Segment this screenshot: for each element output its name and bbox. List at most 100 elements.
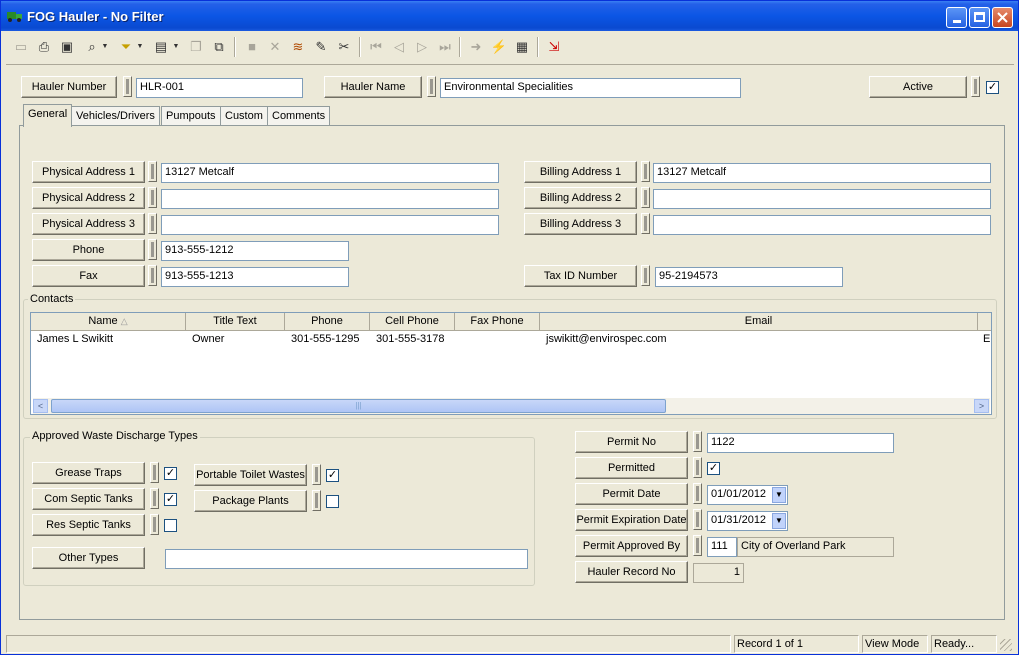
last-record-icon[interactable]: ⏭	[434, 36, 456, 58]
tab-general[interactable]: General	[23, 104, 73, 127]
hauler-name-label[interactable]: Hauler Name	[324, 76, 422, 98]
copy-record-icon[interactable]: ❐	[185, 36, 207, 58]
field-grip[interactable]	[150, 488, 159, 509]
hauler-name-field[interactable]: Environmental Specialities	[440, 78, 741, 98]
billing-address-1-field[interactable]: 13127 Metcalf	[653, 163, 991, 183]
goto-icon[interactable]: ➜	[465, 36, 487, 58]
size-grip-icon[interactable]	[1000, 639, 1012, 651]
column-header-email[interactable]: Email	[540, 313, 978, 331]
physical-address-1-label[interactable]: Physical Address 1	[32, 161, 145, 183]
billing-address-2-label[interactable]: Billing Address 2	[524, 187, 637, 209]
scroll-right-icon[interactable]: >	[974, 399, 989, 413]
field-grip[interactable]	[641, 187, 650, 208]
field-grip[interactable]	[641, 213, 650, 234]
hauler-number-label[interactable]: Hauler Number	[21, 76, 117, 98]
column-header-name[interactable]: Name △	[31, 313, 186, 331]
new-record-icon[interactable]: ▭	[10, 36, 32, 58]
permit-date-dropdown-icon[interactable]: ▼	[772, 487, 786, 503]
column-header-title-text[interactable]: Title Text	[186, 313, 285, 331]
minimize-button[interactable]	[946, 7, 967, 28]
phone-label[interactable]: Phone	[32, 239, 145, 261]
other-types-label[interactable]: Other Types	[32, 547, 145, 569]
exit-icon[interactable]: ⇲	[543, 36, 565, 58]
hauler-number-field[interactable]: HLR-001	[136, 78, 303, 98]
grease-traps-checkbox[interactable]: ✓	[164, 467, 177, 480]
portable-toilet-wastes-label[interactable]: Portable Toilet Wastes	[194, 464, 307, 486]
physical-address-3-field[interactable]	[161, 215, 499, 235]
stack-icon[interactable]: ≋	[287, 36, 309, 58]
filter-icon[interactable]: ⏷	[115, 36, 137, 58]
res-septic-tanks-label[interactable]: Res Septic Tanks	[32, 514, 145, 536]
active-label[interactable]: Active	[869, 76, 967, 98]
permitted-checkbox[interactable]: ✓	[707, 462, 720, 475]
field-grip[interactable]	[148, 161, 157, 182]
field-grip[interactable]	[971, 76, 980, 97]
column-header-cell-phone[interactable]: Cell Phone	[370, 313, 455, 331]
field-grip[interactable]	[693, 431, 702, 452]
permit-date-field[interactable]: 01/01/2012 ▼	[707, 485, 788, 505]
tab-pumpouts[interactable]: Pumpouts	[161, 106, 221, 126]
field-grip[interactable]	[148, 213, 157, 234]
permit-expiration-dropdown-icon[interactable]: ▼	[772, 513, 786, 529]
filter-dropdown-icon[interactable]: ▼	[135, 36, 145, 58]
field-grip[interactable]	[312, 490, 321, 511]
report-dropdown-icon[interactable]: ▼	[171, 36, 181, 58]
permit-date-label[interactable]: Permit Date	[575, 483, 688, 505]
fax-label[interactable]: Fax	[32, 265, 145, 287]
cut-icon[interactable]: ✂	[333, 36, 355, 58]
grease-traps-label[interactable]: Grease Traps	[32, 462, 145, 484]
fax-field[interactable]: 913-555-1213	[161, 267, 349, 287]
horizontal-scrollbar[interactable]: < ||| >	[33, 398, 990, 414]
res-septic-tanks-checkbox[interactable]	[164, 519, 177, 532]
billing-address-2-field[interactable]	[653, 189, 991, 209]
com-septic-tanks-checkbox[interactable]: ✓	[164, 493, 177, 506]
field-grip[interactable]	[693, 535, 702, 556]
physical-address-2-label[interactable]: Physical Address 2	[32, 187, 145, 209]
billing-address-3-label[interactable]: Billing Address 3	[524, 213, 637, 235]
close-button[interactable]	[992, 7, 1013, 28]
field-grip[interactable]	[693, 483, 702, 504]
com-septic-tanks-label[interactable]: Com Septic Tanks	[32, 488, 145, 510]
permit-approved-by-label[interactable]: Permit Approved By	[575, 535, 688, 557]
print-icon[interactable]: ⎙	[33, 36, 55, 58]
permit-approved-by-code-field[interactable]: 111	[707, 537, 737, 557]
report-icon[interactable]: ▤	[150, 36, 172, 58]
contacts-grid[interactable]: Name △ Title Text Phone Cell Phone Fax P…	[30, 312, 992, 415]
field-grip[interactable]	[693, 509, 702, 530]
field-grip[interactable]	[641, 265, 650, 286]
title-bar[interactable]: FOG Hauler - No Filter	[1, 1, 1018, 31]
next-record-icon[interactable]: ▷	[411, 36, 433, 58]
tab-custom[interactable]: Custom	[220, 106, 268, 126]
permit-expiration-date-field[interactable]: 01/31/2012 ▼	[707, 511, 788, 531]
billing-address-1-label[interactable]: Billing Address 1	[524, 161, 637, 183]
permitted-label[interactable]: Permitted	[575, 457, 688, 479]
column-header-phone[interactable]: Phone	[285, 313, 370, 331]
physical-address-2-field[interactable]	[161, 189, 499, 209]
lightning-icon[interactable]: ⚡	[488, 36, 510, 58]
duplicate-icon[interactable]: ⧉	[208, 36, 230, 58]
field-grip[interactable]	[148, 239, 157, 260]
permit-no-field[interactable]: 1122	[707, 433, 894, 453]
edit-pencil-icon[interactable]: ✎	[310, 36, 332, 58]
maximize-button[interactable]	[969, 7, 990, 28]
previous-record-icon[interactable]: ◁	[388, 36, 410, 58]
delete-icon[interactable]: ✕	[264, 36, 286, 58]
billing-address-3-field[interactable]	[653, 215, 991, 235]
gallery-icon[interactable]: ▦	[511, 36, 533, 58]
portable-toilet-wastes-checkbox[interactable]: ✓	[326, 469, 339, 482]
field-grip[interactable]	[693, 457, 702, 478]
physical-address-1-field[interactable]: 13127 Metcalf	[161, 163, 499, 183]
tab-vehicles-drivers[interactable]: Vehicles/Drivers	[71, 106, 160, 126]
active-checkbox[interactable]: ✓	[986, 81, 999, 94]
permit-expiration-date-label[interactable]: Permit Expiration Date	[575, 509, 688, 531]
physical-address-3-label[interactable]: Physical Address 3	[32, 213, 145, 235]
permit-no-label[interactable]: Permit No	[575, 431, 688, 453]
column-header-fax-phone[interactable]: Fax Phone	[455, 313, 540, 331]
phone-field[interactable]: 913-555-1212	[161, 241, 349, 261]
field-grip[interactable]	[148, 187, 157, 208]
print-preview-icon[interactable]: ▣	[56, 36, 78, 58]
other-types-field[interactable]	[165, 549, 528, 569]
field-grip[interactable]	[427, 76, 436, 97]
package-plants-label[interactable]: Package Plants	[194, 490, 307, 512]
first-record-icon[interactable]: ⏮	[365, 36, 387, 58]
